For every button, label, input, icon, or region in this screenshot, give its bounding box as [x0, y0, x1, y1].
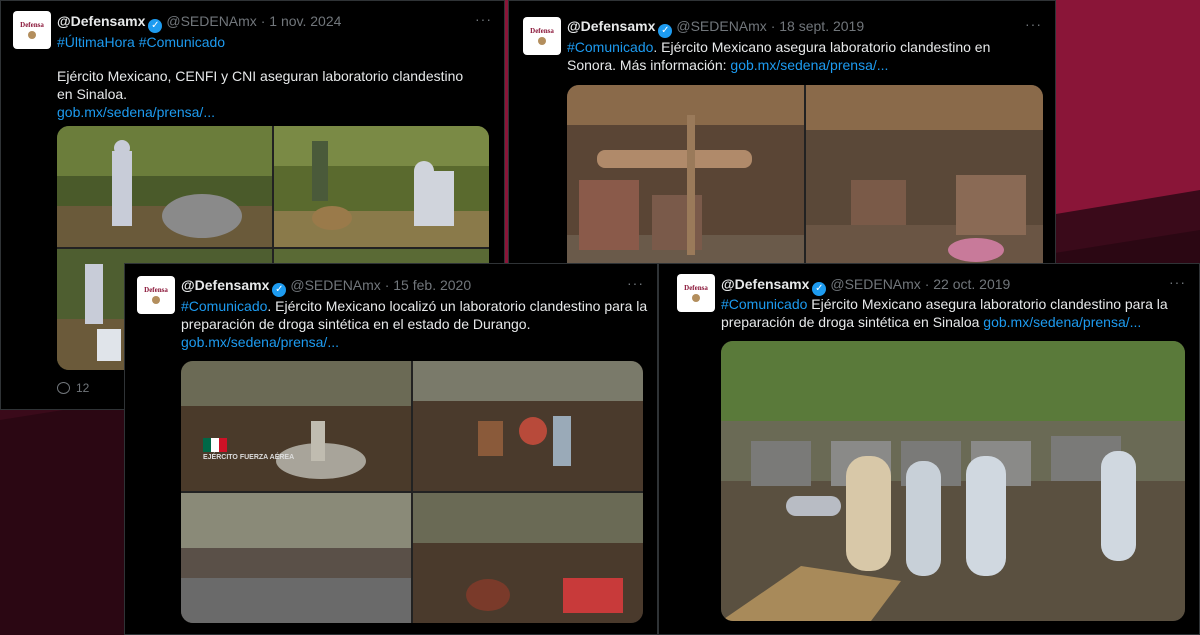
- verified-badge-icon: ✓: [658, 24, 673, 38]
- display-name[interactable]: @Defensamx: [181, 277, 269, 293]
- tweet-header: @Defensamx ✓ @SEDENAmx · 22 oct. 2019: [721, 276, 1011, 296]
- avatar-label: Defensa: [20, 21, 44, 29]
- hashtags[interactable]: #ÚltimaHora #Comunicado: [57, 33, 477, 51]
- seal-icon: [692, 294, 700, 302]
- tweet-card-3[interactable]: Defensa @Defensamx ✓ @SEDENAmx · 15 feb. 2…: [124, 263, 658, 635]
- handle[interactable]: @SEDENAmx: [830, 276, 920, 292]
- hashtag[interactable]: #Comunicado: [721, 296, 807, 312]
- avatar[interactable]: Defensa: [13, 11, 51, 49]
- avatar[interactable]: Defensa: [137, 276, 175, 314]
- reply-count: 12: [76, 381, 90, 395]
- handle[interactable]: @SEDENAmx: [166, 13, 256, 29]
- tweet-card-4[interactable]: Defensa @Defensamx ✓ @SEDENAmx · 22 oct. 2…: [658, 263, 1200, 635]
- reply-icon: [57, 382, 70, 394]
- media-photo[interactable]: [806, 85, 1043, 275]
- tweet-body: Ejército Mexicano, CENFI y CNI aseguran …: [57, 68, 464, 102]
- watermark-text: EJÉRCITO FUERZA AÉREA: [203, 454, 295, 461]
- timestamp[interactable]: 22 oct. 2019: [933, 276, 1010, 292]
- handle[interactable]: @SEDENAmx: [676, 18, 766, 34]
- tweet-header: @Defensamx ✓ @SEDENAmx · 1 nov. 2024: [57, 13, 342, 33]
- mexico-flag-icon: [203, 438, 227, 452]
- verified-badge-icon: ✓: [812, 282, 827, 296]
- tweet-link[interactable]: gob.mx/sedena/prensa/...: [181, 334, 339, 350]
- media-photo[interactable]: [181, 493, 411, 623]
- avatar[interactable]: Defensa: [677, 274, 715, 312]
- tweet-text: #Comunicado. Ejército Mexicano localizó …: [181, 297, 649, 351]
- more-options-icon[interactable]: ···: [475, 11, 492, 27]
- more-options-icon[interactable]: ···: [627, 275, 644, 291]
- media-photo[interactable]: EJÉRCITO FUERZA AÉREA: [181, 361, 411, 491]
- tweet-link[interactable]: gob.mx/sedena/prensa/...: [730, 57, 888, 73]
- tweet-link[interactable]: gob.mx/sedena/prensa/...: [983, 314, 1141, 330]
- tweet-media[interactable]: [567, 85, 1043, 275]
- tweet-card-2[interactable]: Defensa @Defensamx ✓ @SEDENAmx · 18 sept. …: [508, 0, 1056, 275]
- watermark: EJÉRCITO FUERZA AÉREA: [203, 438, 294, 461]
- media-photo[interactable]: [413, 493, 643, 623]
- avatar-label: Defensa: [530, 27, 554, 35]
- hashtag[interactable]: #Comunicado: [181, 298, 267, 314]
- timestamp[interactable]: 15 feb. 2020: [393, 277, 471, 293]
- avatar-label: Defensa: [684, 284, 708, 292]
- tweet-media[interactable]: EJÉRCITO FUERZA AÉREA: [181, 361, 643, 623]
- reply-button[interactable]: 12: [57, 381, 89, 395]
- display-name[interactable]: @Defensamx: [721, 276, 809, 292]
- tweet-header: @Defensamx ✓ @SEDENAmx · 18 sept. 2019: [567, 18, 865, 38]
- more-options-icon[interactable]: ···: [1169, 274, 1186, 290]
- tweet-header: @Defensamx ✓ @SEDENAmx · 15 feb. 2020: [181, 277, 472, 297]
- media-photo[interactable]: [274, 126, 489, 247]
- avatar[interactable]: Defensa: [523, 17, 561, 55]
- tweet-text: #Comunicado. Ejército Mexicano asegura l…: [567, 38, 1037, 74]
- media-photo[interactable]: [413, 361, 643, 491]
- timestamp[interactable]: 1 nov. 2024: [269, 13, 341, 29]
- display-name[interactable]: @Defensamx: [57, 13, 145, 29]
- seal-icon: [152, 296, 160, 304]
- more-options-icon[interactable]: ···: [1025, 16, 1042, 32]
- verified-badge-icon: ✓: [148, 19, 163, 33]
- display-name[interactable]: @Defensamx: [567, 18, 655, 34]
- media-photo[interactable]: [57, 126, 272, 247]
- seal-icon: [538, 37, 546, 45]
- tweet-text: #Comunicado Ejército Mexicano asegura la…: [721, 295, 1181, 331]
- verified-badge-icon: ✓: [272, 283, 287, 297]
- media-photo[interactable]: [721, 341, 1185, 621]
- seal-icon: [28, 31, 36, 39]
- tweet-text: #ÚltimaHora #Comunicado Ejército Mexican…: [57, 33, 477, 121]
- tweet-media[interactable]: [721, 341, 1185, 621]
- handle[interactable]: @SEDENAmx: [290, 277, 380, 293]
- avatar-label: Defensa: [144, 286, 168, 294]
- timestamp[interactable]: 18 sept. 2019: [779, 18, 864, 34]
- tweet-link[interactable]: gob.mx/sedena/prensa/...: [57, 103, 477, 121]
- hashtag[interactable]: #Comunicado: [567, 39, 653, 55]
- media-photo[interactable]: [567, 85, 804, 275]
